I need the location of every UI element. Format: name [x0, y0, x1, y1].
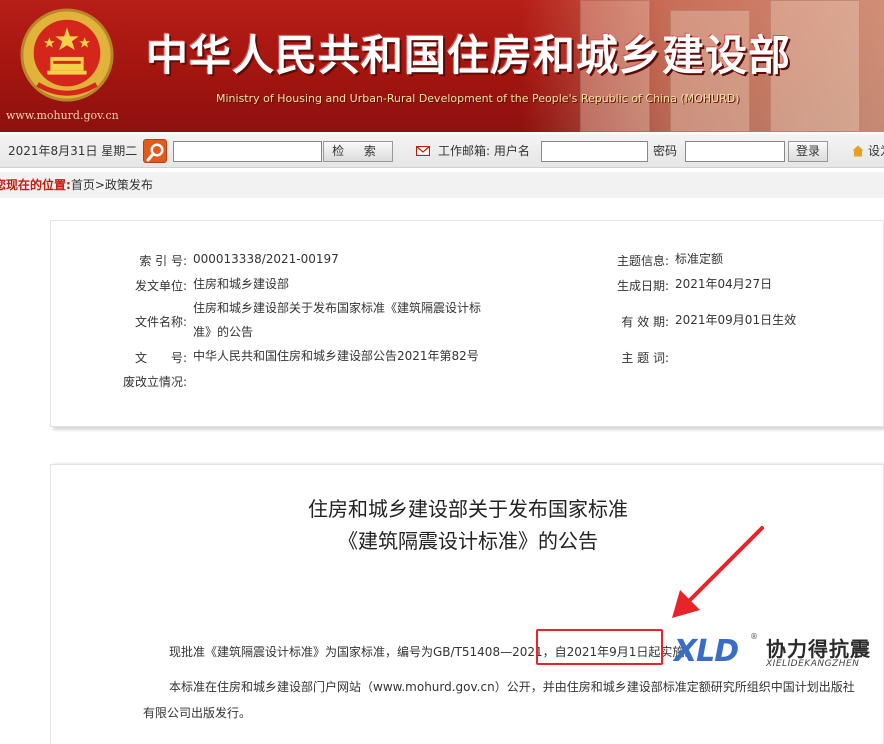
index-no-value: 000013338/2021-00197 — [193, 252, 339, 266]
article-paragraph-2-line2: 有限公司出版发行。 — [143, 706, 252, 720]
home-icon[interactable] — [852, 145, 864, 157]
mail-icon — [416, 146, 430, 156]
file-name-line2: 准》的公告 — [193, 325, 254, 339]
search-input[interactable] — [173, 141, 322, 162]
annotation-arrow-icon — [672, 526, 764, 618]
top-toolbar: 2021年8月31日 星期二 检 索 工作邮箱: 用户名 密码 登录 设为 — [0, 134, 884, 168]
set-homepage-link[interactable]: 设为 — [868, 134, 884, 168]
password-input[interactable] — [685, 141, 785, 162]
keywords-label: 主 题 词: — [621, 351, 669, 365]
mail-username-label: 工作邮箱: 用户名 — [438, 144, 530, 158]
search-button[interactable]: 检 索 — [323, 141, 393, 162]
login-button[interactable]: 登录 — [788, 141, 828, 162]
current-date: 2021年8月31日 星期二 — [8, 144, 138, 158]
site-title: 中华人民共和国住房和城乡建设部 — [146, 31, 792, 80]
status-label: 废改立情况: — [122, 375, 187, 389]
validity-label: 有 效 期: — [621, 315, 669, 329]
watermark-logo: XLD — [674, 634, 739, 669]
brand-watermark: XLD ® 协力得抗震 XIELIDEKANGZHEN — [670, 632, 884, 672]
index-no-label: 索 引 号: — [139, 254, 187, 268]
issuer-label: 发文单位: — [134, 279, 187, 293]
article-paragraph-2-line1: 本标准在住房和城乡建设部门户网站（www.mohurd.gov.cn）公开，并由… — [169, 680, 855, 694]
file-name-label: 文件名称: — [134, 315, 187, 329]
watermark-name-en: XIELIDEKANGZHEN — [766, 659, 860, 669]
issuer-value: 住房和城乡建设部 — [193, 277, 290, 291]
created-label: 生成日期: — [616, 279, 669, 293]
topic-label: 主题信息: — [616, 254, 669, 268]
paragraph-1-text: 现批准《建筑隔震设计标准》为国家标准，编号为GB/T51408—2021， — [169, 645, 555, 659]
doc-no-label: 文 号: — [134, 351, 187, 365]
breadcrumb-path[interactable]: 首页>政策发布 — [71, 178, 153, 192]
breadcrumb-label: 您现在的位置: — [0, 178, 71, 192]
file-name-line1: 住房和城乡建设部关于发布国家标准《建筑隔震设计标 — [193, 301, 482, 315]
site-subtitle: Ministry of Housing and Urban-Rural Deve… — [216, 92, 740, 105]
watermark-name-cn: 协力得抗震 — [766, 637, 871, 661]
document-info-panel: 索 引 号: 000013338/2021-00197 发文单位: 住房和城乡建… — [50, 220, 884, 427]
site-banner: www.mohurd.gov.cn 中华人民共和国住房和城乡建设部 Minist… — [0, 0, 884, 132]
doc-no-value: 中华人民共和国住房和城乡建设部公告2021年第82号 — [193, 349, 479, 363]
validity-value: 2021年09月01日生效 — [675, 313, 797, 327]
created-value: 2021年04月27日 — [675, 277, 773, 291]
search-icon[interactable] — [143, 139, 167, 163]
watermark-registered-mark: ® — [750, 632, 758, 641]
password-label: 密码 — [653, 144, 678, 158]
effective-date-highlight — [536, 629, 663, 665]
topic-value: 标准定额 — [675, 252, 724, 266]
username-input[interactable] — [541, 141, 648, 162]
national-emblem-icon — [20, 8, 114, 102]
article-title-line1: 住房和城乡建设部关于发布国家标准 — [308, 497, 628, 521]
site-url: www.mohurd.gov.cn — [6, 109, 119, 122]
breadcrumb: 您现在的位置:首页>政策发布 — [0, 172, 884, 198]
